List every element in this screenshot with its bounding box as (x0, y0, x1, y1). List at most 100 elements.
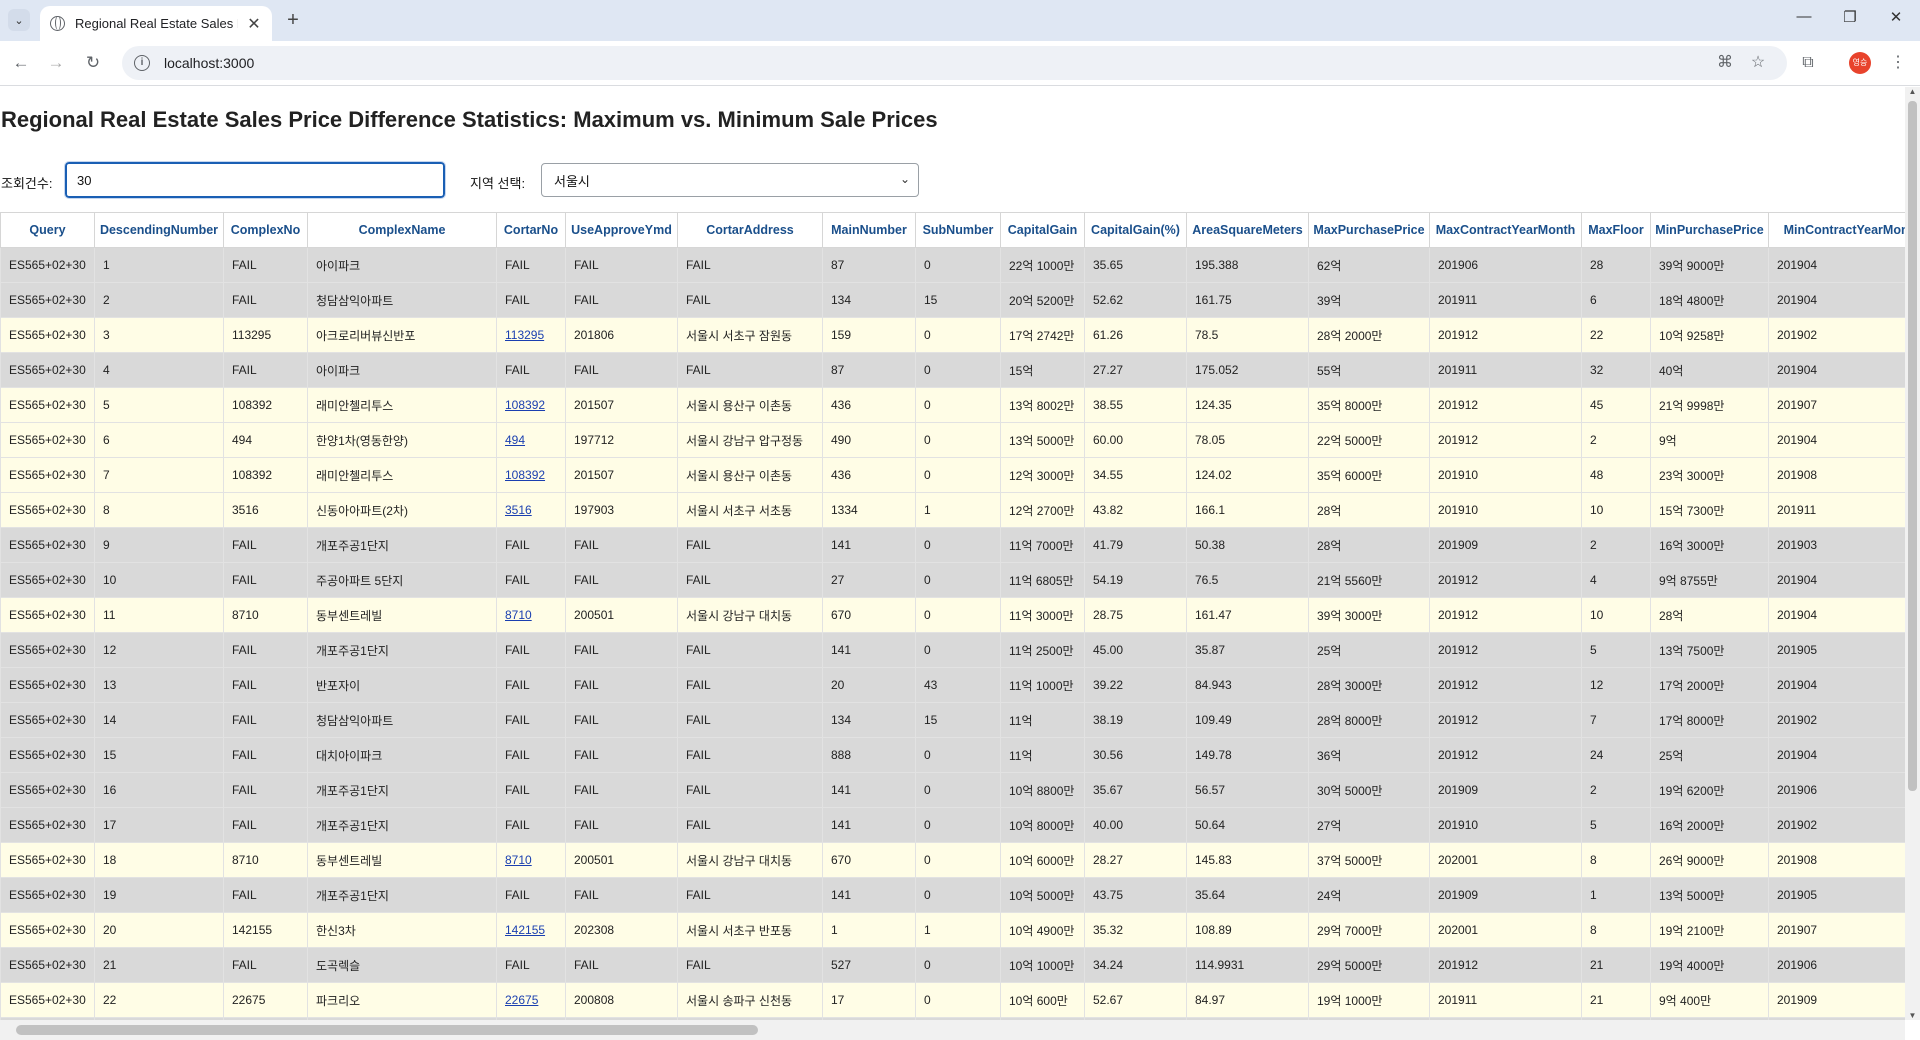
table-cell: 14 (94, 702, 224, 738)
window-close-icon[interactable]: ✕ (1884, 8, 1908, 26)
back-arrow-icon[interactable]: ← (10, 52, 32, 74)
forward-arrow-icon[interactable]: → (45, 52, 67, 74)
table-cell: 2 (94, 282, 224, 318)
region-select[interactable]: 서울시 ⌄ (541, 163, 919, 197)
cortar-no-link[interactable]: 22675 (505, 993, 538, 1007)
tab-search-chevron-icon[interactable]: ⌄ (8, 9, 30, 31)
table-cell: 32 (1581, 352, 1651, 388)
table-cell: 201912 (1429, 947, 1582, 983)
table-cell: 4 (94, 352, 224, 388)
horizontal-scrollbar[interactable] (0, 1020, 1905, 1040)
browser-tab[interactable]: Regional Real Estate Sales Pric ✕ (40, 6, 272, 41)
table-cell: 20 (94, 912, 224, 948)
table-cell: 10억 6000만 (1000, 842, 1085, 878)
scroll-down-arrow-icon[interactable]: ▼ (1905, 1011, 1920, 1020)
table-cell: ES565+02+30 (0, 702, 95, 738)
cortar-no-link[interactable]: 142155 (505, 923, 545, 937)
table-cell: 29억 7000만 (1308, 912, 1430, 948)
table-row: ES565+02+30 15 FAIL 대치아이파크 FAIL FAIL FAIL 888 0 1… (0, 737, 1905, 773)
table-cell: 25억 (1650, 737, 1769, 773)
cortar-no-link[interactable]: 8710 (505, 853, 532, 867)
table-cell: FAIL (496, 632, 566, 668)
table-cell: 108392 (496, 387, 566, 423)
table-row: ES565+02+30 2 FAIL 청담삼익아파트 FAIL FAIL FAIL 134 15… (0, 282, 1905, 318)
extensions-puzzle-icon[interactable]: ⧉ (1797, 52, 1819, 74)
tab-close-icon[interactable]: ✕ (246, 14, 262, 34)
table-cell: 15 (915, 282, 1001, 318)
cortar-no-link[interactable]: 494 (505, 433, 525, 447)
table-cell: 201902 (1768, 317, 1905, 353)
table-cell: 201911 (1429, 352, 1582, 388)
table-cell: 개포주공1단지 (307, 527, 497, 563)
count-input[interactable] (64, 161, 446, 199)
results-table-container[interactable]: Query DescendingNumber ComplexNo ComplexNam… (0, 212, 1905, 1020)
table-cell: 12억 3000만 (1000, 457, 1085, 493)
bookmark-star-icon[interactable]: ☆ (1747, 52, 1769, 74)
table-cell: ES565+02+30 (0, 317, 95, 353)
profile-avatar[interactable]: 영승 (1849, 52, 1871, 74)
table-cell: 43.75 (1084, 877, 1187, 913)
table-cell: 201507 (565, 387, 678, 423)
table-cell: 22억 5000만 (1308, 422, 1430, 458)
table-cell: 134 (822, 702, 916, 738)
cortar-no-link[interactable]: 3516 (505, 503, 532, 517)
table-cell: FAIL (496, 947, 566, 983)
table-cell: 201912 (1429, 562, 1582, 598)
vertical-scroll-thumb[interactable] (1908, 101, 1917, 791)
new-tab-plus-icon[interactable]: + (282, 9, 304, 31)
table-cell: 19억 4000만 (1650, 947, 1769, 983)
more-menu-icon[interactable]: ⋮ (1887, 52, 1909, 74)
table-cell: 0 (915, 527, 1001, 563)
table-cell: 래미안첼리투스 (307, 457, 497, 493)
table-cell: FAIL (496, 772, 566, 808)
table-cell: 24 (1581, 737, 1651, 773)
minimize-icon[interactable]: — (1792, 8, 1816, 25)
table-cell: 39.22 (1084, 667, 1187, 703)
address-bar[interactable]: i localhost:3000 (122, 46, 1787, 80)
table-cell: 11억 (1000, 737, 1085, 773)
table-cell: 201909 (1429, 527, 1582, 563)
table-cell: 201912 (1429, 667, 1582, 703)
table-cell: 13억 7500만 (1650, 632, 1769, 668)
table-cell: 36억 (1308, 737, 1430, 773)
restore-icon[interactable]: ❐ (1838, 8, 1862, 26)
table-cell: 201904 (1768, 247, 1905, 283)
table-cell: 서울시 용산구 이촌동 (677, 457, 823, 493)
table-cell: 141 (822, 632, 916, 668)
cortar-no-link[interactable]: 108392 (505, 468, 545, 482)
reload-icon[interactable]: ↻ (82, 52, 104, 74)
translate-icon[interactable]: ⌘ (1714, 52, 1736, 74)
cortar-no-link[interactable]: 113295 (505, 328, 544, 342)
table-cell: 4 (1581, 562, 1651, 598)
table-cell: ES565+02+30 (0, 912, 95, 948)
table-cell: FAIL (565, 562, 678, 598)
table-cell: 2 (1581, 527, 1651, 563)
table-cell: 한신3차 (307, 912, 497, 948)
site-info-icon[interactable]: i (134, 55, 150, 71)
table-cell: 0 (915, 982, 1001, 1018)
table-row: ES565+02+30 20 142155 한신3차 142155 202308 서울시 서… (0, 912, 1905, 948)
table-cell: 27 (822, 562, 916, 598)
table-cell: FAIL (223, 702, 308, 738)
region-label: 지역 선택: (470, 176, 526, 191)
browser-toolbar: ← → ↻ i localhost:3000 ⌘ ☆ ⧉ 영승 ⋮ (0, 41, 1920, 86)
table-cell: 10 (1581, 492, 1651, 528)
table-cell: FAIL (496, 247, 566, 283)
table-cell: 25억 (1308, 632, 1430, 668)
column-header: MaxContractYearMonth (1429, 212, 1582, 248)
table-cell: 21 (1581, 947, 1651, 983)
vertical-scrollbar[interactable]: ▲ ▼ (1905, 87, 1920, 1020)
table-cell: 141 (822, 772, 916, 808)
cortar-no-link[interactable]: 8710 (505, 608, 532, 622)
scroll-up-arrow-icon[interactable]: ▲ (1905, 87, 1920, 96)
table-cell: 201902 (1768, 702, 1905, 738)
table-cell: 34.55 (1084, 457, 1187, 493)
table-row: ES565+02+30 14 FAIL 청담삼익아파트 FAIL FAIL FAIL 134 1… (0, 702, 1905, 738)
column-header: MaxFloor (1581, 212, 1651, 248)
table-cell: 19 (94, 877, 224, 913)
horizontal-scroll-thumb[interactable] (16, 1025, 758, 1035)
cortar-no-link[interactable]: 108392 (505, 398, 545, 412)
table-cell: 202308 (565, 912, 678, 948)
table-cell: 38.19 (1084, 702, 1187, 738)
table-cell: 113295 (496, 317, 566, 353)
